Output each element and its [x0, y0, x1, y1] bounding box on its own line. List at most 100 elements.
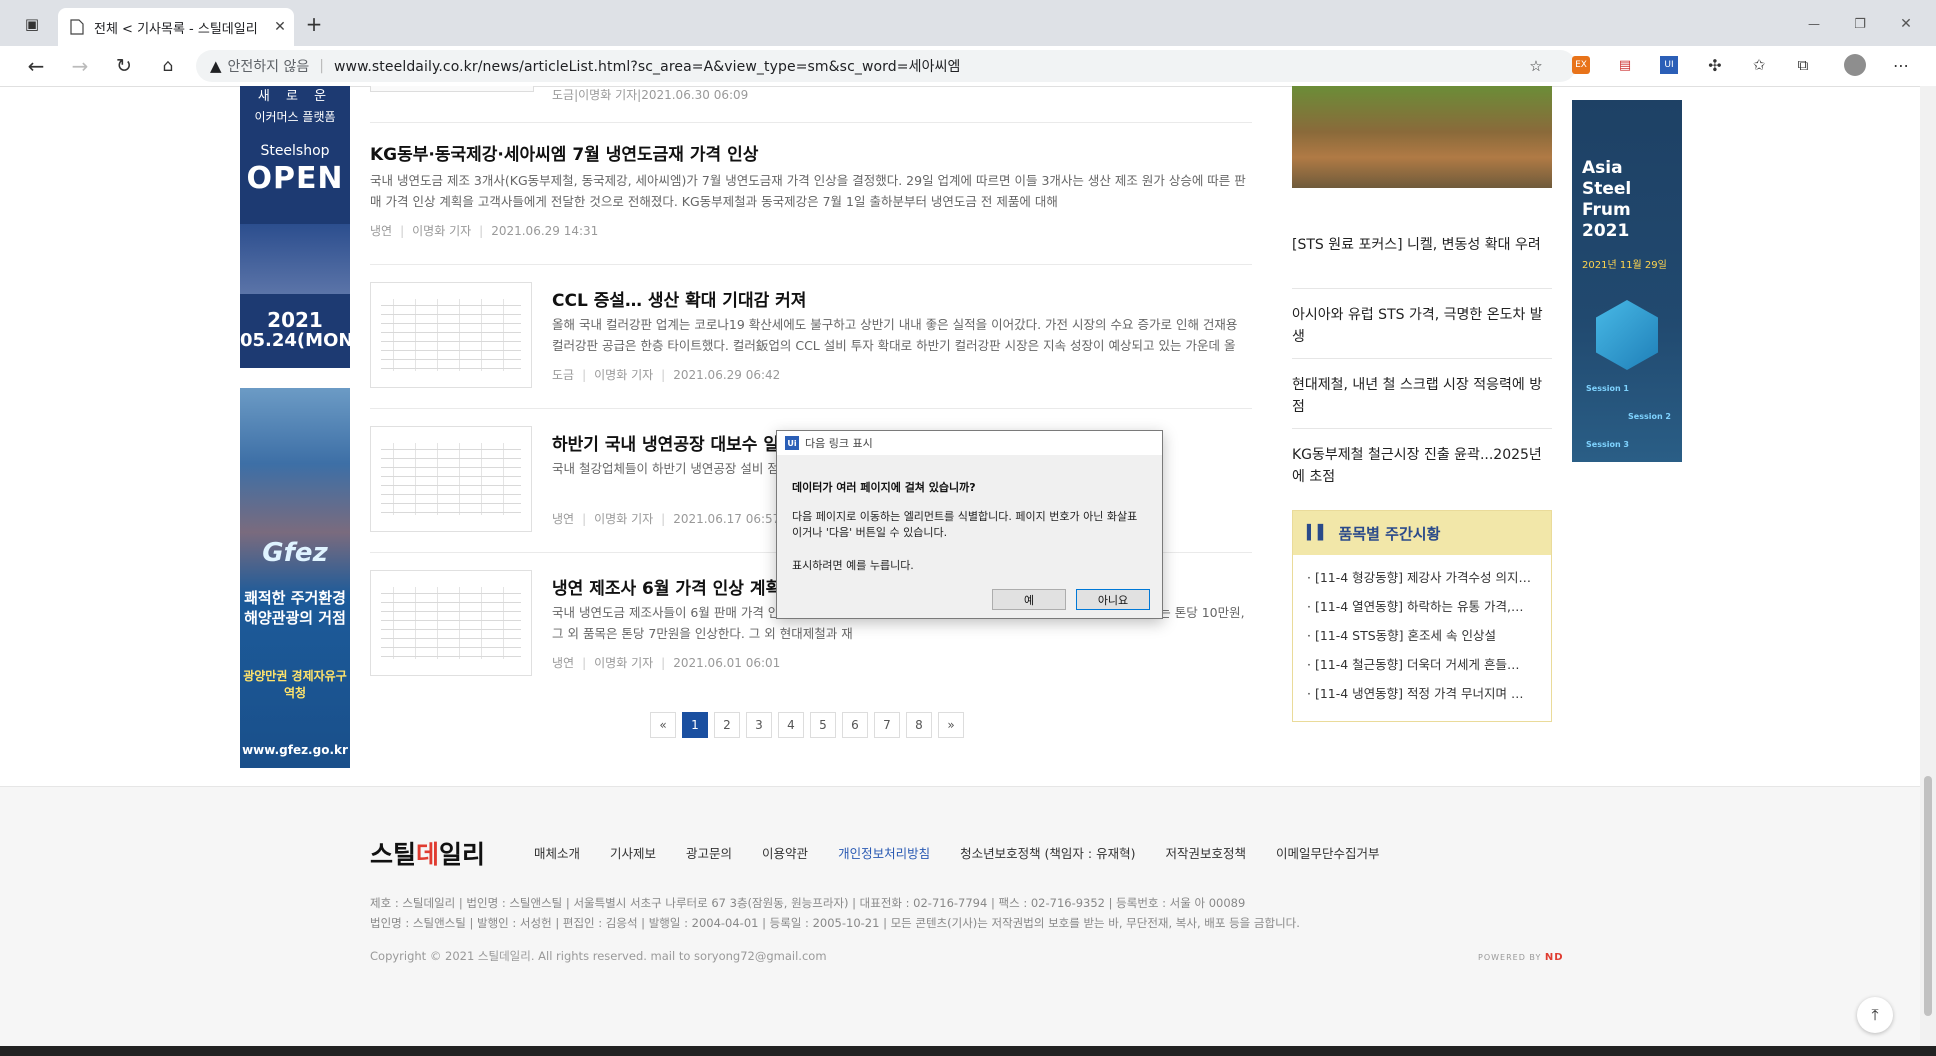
no-button[interactable]: 아니요: [1076, 589, 1150, 610]
article-thumbnail[interactable]: [370, 86, 534, 92]
yes-button[interactable]: 예: [992, 589, 1066, 610]
weekly-market-item-label: [11-4 냉연동향] 적정 가격 무너지며 …: [1314, 686, 1524, 701]
ad-session-3: Session 3: [1586, 440, 1629, 449]
document-icon: [70, 19, 84, 35]
powered-by-text: POWERED BY: [1478, 953, 1542, 962]
window-close-icon[interactable]: ✕: [1892, 12, 1920, 36]
tab-close-icon[interactable]: ✕: [266, 19, 294, 35]
footer-link[interactable]: 매체소개: [534, 843, 580, 862]
browser-tab[interactable]: 전체 < 기사목록 - 스틸데일리 ✕: [58, 8, 294, 46]
new-tab-icon[interactable]: +: [300, 12, 328, 36]
favorite-star-icon[interactable]: ☆: [1524, 54, 1548, 78]
footer-link[interactable]: 개인정보처리방침: [838, 843, 930, 862]
forward-icon[interactable]: →: [66, 52, 94, 80]
pagination: « 1 2 3 4 5 6 7 8 »: [650, 712, 964, 738]
divider: [370, 264, 1252, 265]
logo-part: 스틸: [370, 840, 417, 869]
dialog-question: 데이터가 여러 페이지에 걸쳐 있습니까?: [792, 481, 976, 494]
home-icon[interactable]: ⌂: [154, 52, 182, 80]
weekly-market-item[interactable]: · [11-4 STS동향] 혼조세 속 인상설: [1307, 621, 1537, 650]
tab-actions-icon[interactable]: ▣: [18, 12, 46, 36]
extensions-puzzle-icon[interactable]: ✣: [1704, 54, 1726, 76]
article-meta: 도금 | 이명화 기자 | 2021.06.29 06:42: [552, 368, 781, 382]
right-ad-asia-steel-forum[interactable]: Asia Steel Frum 2021 2021년 11월 29일 Sessi…: [1572, 100, 1682, 462]
footer-copyright: Copyright © 2021 스틸데일리. All rights reser…: [370, 949, 827, 963]
weekly-market-item[interactable]: · [11-4 열연동향] 하락하는 유통 가격,…: [1307, 592, 1537, 621]
footer-link[interactable]: 이메일무단수집거부: [1276, 843, 1380, 862]
article-meta: 냉연 | 이명화 기자 | 2021.06.01 06:01: [552, 656, 781, 670]
pagination-page-7[interactable]: 7: [874, 712, 900, 738]
pagination-page-1[interactable]: 1: [682, 712, 708, 738]
article-title[interactable]: KG동부·동국제강·세아씨엠 7월 냉연도금재 가격 인상: [370, 140, 758, 165]
footer-link[interactable]: 이용약관: [762, 843, 808, 862]
article-thumbnail[interactable]: [370, 426, 532, 532]
pagination-next[interactable]: »: [938, 712, 964, 738]
gfez-logo: Gfez: [262, 538, 328, 568]
ad-line2: 이커머스 플랫폼: [254, 110, 336, 124]
restore-icon[interactable]: ❐: [1846, 12, 1874, 36]
ad-open: OPEN: [246, 161, 344, 196]
footer-logo[interactable]: 스틸데일리: [370, 835, 485, 871]
scrollbar-thumb[interactable]: [1924, 776, 1932, 1016]
left-ad-gfez[interactable]: Gfez 쾌적한 주거환경 해양관광의 거점 광양만권 경제자유구역청 www.…: [240, 388, 350, 768]
pagination-prev[interactable]: «: [650, 712, 676, 738]
footer-company-info: 제호 : 스틸데일리 | 법인명 : 스틸앤스틸 | 서울특별시 서초구 나루터…: [370, 893, 1300, 933]
extension-reader-icon[interactable]: ▤: [1616, 56, 1634, 74]
page-scrollbar[interactable]: [1920, 86, 1936, 1046]
weekly-market-item[interactable]: · [11-4 냉연동향] 적정 가격 무너지며 …: [1307, 679, 1537, 708]
next-link-dialog: Ui 다음 링크 표시 데이터가 여러 페이지에 걸쳐 있습니까? 다음 페이지…: [776, 430, 1163, 619]
article-title[interactable]: CCL 증설… 생산 확대 기대감 커져: [552, 286, 806, 311]
article-summary[interactable]: 올해 국내 컬러강판 업계는 코로나19 확산세에도 불구하고 상반기 내내 좋…: [552, 314, 1252, 356]
pagination-page-4[interactable]: 4: [778, 712, 804, 738]
dialog-hint: 표시하려면 예를 누릅니다.: [792, 559, 914, 572]
footer-link[interactable]: 저작권보호정책: [1165, 843, 1246, 862]
extension-ui-icon[interactable]: UI: [1660, 56, 1678, 74]
taskbar: [0, 1046, 1936, 1056]
weekly-market-item-label: [11-4 STS동향] 혼조세 속 인상설: [1314, 628, 1496, 643]
pagination-page-5[interactable]: 5: [810, 712, 836, 738]
address-bar[interactable]: ▲ 안전하지 않음 | www.steeldaily.co.kr/news/ar…: [196, 50, 1576, 82]
address-separator: |: [319, 58, 324, 74]
sidebar-news-item[interactable]: KG동부제철 철근시장 진출 윤곽...2025년에 초점: [1292, 444, 1552, 488]
ad-date: 05.24(MON): [240, 330, 362, 351]
article-summary[interactable]: 국내 냉연도금 제조 3개사(KG동부제철, 동국제강, 세아씨엠)가 7월 냉…: [370, 170, 1252, 212]
pagination-page-6[interactable]: 6: [842, 712, 868, 738]
article-thumbnail[interactable]: [370, 570, 532, 676]
scroll-to-top-button[interactable]: ⤒: [1857, 997, 1893, 1033]
article-title[interactable]: 냉연 제조사 6월 가격 인상 계획: [552, 574, 781, 599]
left-ad-steelshop[interactable]: 새 로 운 이커머스 플랫폼 Steelshop OPEN 2021 05.24…: [240, 86, 362, 368]
powered-by: POWERED BY ND: [1478, 952, 1564, 963]
refresh-icon[interactable]: ↻: [110, 52, 138, 80]
article-thumbnail[interactable]: [370, 282, 532, 388]
pagination-page-2[interactable]: 2: [714, 712, 740, 738]
weekly-market-item[interactable]: · [11-4 형강동향] 제강사 가격수성 의지…: [1307, 563, 1537, 592]
pagination-page-3[interactable]: 3: [746, 712, 772, 738]
sidebar-news-item[interactable]: 현대제철, 내년 철 스크랩 시장 적응력에 방점: [1292, 374, 1552, 418]
minimize-icon[interactable]: —: [1800, 12, 1828, 36]
menu-more-icon[interactable]: ⋯: [1890, 54, 1912, 76]
extension-ex-icon[interactable]: EX: [1572, 56, 1590, 74]
dialog-titlebar: Ui 다음 링크 표시: [777, 431, 1162, 455]
sidebar-news-image[interactable]: [1292, 86, 1552, 188]
collections-icon[interactable]: ⧉: [1792, 54, 1814, 76]
logo-part: 데: [416, 840, 440, 869]
footer-link[interactable]: 광고문의: [686, 843, 732, 862]
footer-link[interactable]: 청소년보호정책 (책임자 : 유재혁): [960, 843, 1135, 862]
footer-link[interactable]: 기사제보: [610, 843, 656, 862]
weekly-market-header: ▍▌ 품목별 주간시황: [1293, 511, 1551, 555]
profile-avatar-icon[interactable]: [1844, 54, 1866, 76]
favorites-list-icon[interactable]: ✩: [1748, 54, 1770, 76]
sidebar-news-item[interactable]: [STS 원료 포커스] 니켈, 변동성 확대 우려: [1292, 234, 1552, 256]
footer-info-line: 제호 : 스틸데일리 | 법인명 : 스틸앤스틸 | 서울특별시 서초구 나루터…: [370, 896, 1246, 910]
article-category: 도금: [552, 368, 575, 382]
pagination-page-8[interactable]: 8: [906, 712, 932, 738]
ad-brand: Steelshop: [260, 143, 330, 159]
sidebar-news-item[interactable]: 아시아와 유럽 STS 가격, 극명한 온도차 발생: [1292, 304, 1552, 348]
warning-icon: ▲: [210, 57, 222, 75]
article-title[interactable]: 하반기 국내 냉연공장 대보수 일: [552, 430, 779, 455]
divider: [370, 408, 1252, 409]
article-date: 2021.06.01 06:01: [673, 656, 781, 670]
weekly-market-item[interactable]: · [11-4 철근동향] 더욱더 거세게 흔들…: [1307, 650, 1537, 679]
back-icon[interactable]: ←: [22, 52, 50, 80]
article-author: 이명화 기자: [578, 88, 638, 102]
